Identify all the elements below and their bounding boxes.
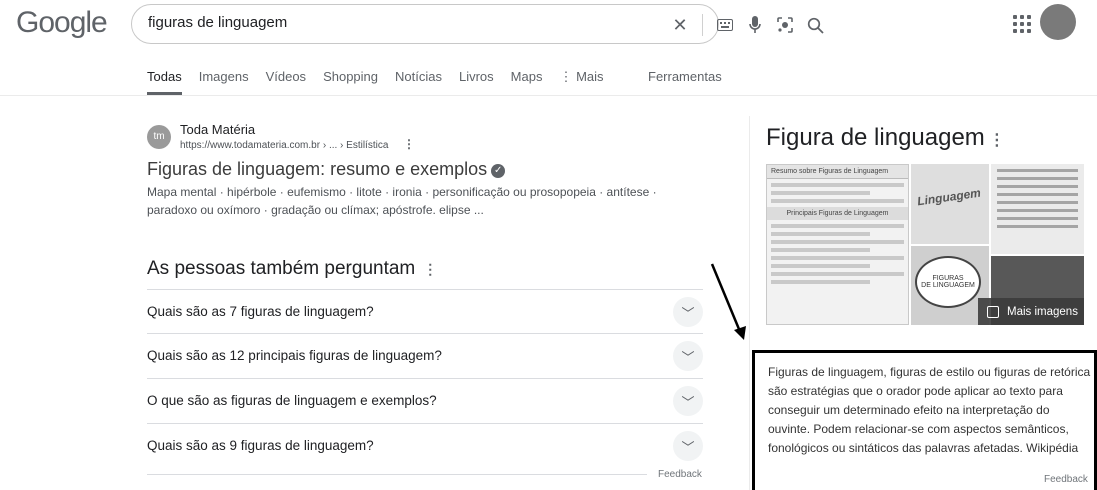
tools-button[interactable]: Ferramentas [648, 69, 722, 84]
wikipedia-source-link[interactable]: Wikipédia [1026, 441, 1078, 455]
search-box[interactable]: ✕ [131, 4, 824, 44]
tab-livros[interactable]: Livros [459, 69, 494, 95]
chevron-down-icon[interactable]: ﹀ [673, 341, 703, 371]
apps-grid-icon[interactable] [1009, 13, 1031, 35]
result-url[interactable]: https://www.todamateria.com.br › ... › E… [180, 140, 388, 151]
google-logo[interactable]: Google [16, 6, 108, 40]
tab-todas[interactable]: Todas [147, 69, 182, 95]
annotation-arrow [710, 263, 746, 340]
paa-feedback-link[interactable]: Feedback [658, 469, 702, 480]
result-more-icon[interactable]: ⋮ [403, 137, 415, 151]
result-site-name[interactable]: Toda Matéria [180, 122, 255, 137]
paa-question[interactable]: Quais são as 7 figuras de linguagem? ﹀ [147, 289, 703, 334]
header-divider [0, 95, 1097, 96]
close-icon[interactable]: ✕ [668, 13, 692, 37]
more-images-button[interactable]: Mais imagens [978, 298, 1084, 325]
tab-maps[interactable]: Maps [511, 69, 543, 95]
paa-bottom-divider [147, 474, 647, 475]
panel-divider [749, 116, 750, 490]
paa-question-text[interactable]: Quais são as 9 figuras de linguagem? [147, 438, 374, 453]
kp-more-icon[interactable]: ⋮ [989, 132, 1005, 149]
paa-question-text[interactable]: O que são as figuras de linguagem e exem… [147, 393, 437, 408]
image-icon [987, 305, 999, 318]
paa-title-text: As pessoas também perguntam [147, 258, 416, 279]
kp-title-text: Figura de linguagem [766, 124, 985, 151]
paa-heading: As pessoas também perguntam ⋮ [147, 258, 437, 280]
result-snippet: Mapa mental · hipérbole · eufemismo · li… [147, 185, 657, 217]
camera-lens-icon[interactable] [773, 13, 797, 37]
paa-question[interactable]: O que são as figuras de linguagem e exem… [147, 378, 703, 423]
tab-mais[interactable]: ⋮ Mais [559, 69, 603, 95]
search-icon[interactable] [803, 13, 827, 37]
paa-question[interactable]: Quais são as 9 figuras de linguagem? ﹀ [147, 423, 703, 468]
kp-description: Figuras de linguagem, figuras de estilo … [768, 363, 1093, 458]
result-title-text[interactable]: Figuras de linguagem: resumo e exemplos [147, 159, 487, 179]
chevron-down-icon[interactable]: ﹀ [673, 386, 703, 416]
microphone-icon[interactable] [743, 13, 767, 37]
tab-noticias[interactable]: Notícias [395, 69, 442, 95]
image-c-bubble: FIGURAS DE LINGUAGEM [915, 256, 981, 308]
result-title-link[interactable]: Figuras de linguagem: resumo e exemplos ✓ [147, 159, 506, 180]
image-a-header: Resumo sobre Figuras de Linguagem [767, 165, 908, 179]
site-favicon[interactable]: tm [147, 125, 171, 149]
chevron-down-icon[interactable]: ﹀ [673, 297, 703, 327]
paa-question-text[interactable]: Quais são as 12 principais figuras de li… [147, 348, 442, 363]
image-thumbnail[interactable] [991, 164, 1084, 254]
knowledge-panel-title: Figura de linguagem ⋮ [766, 124, 1005, 152]
avatar[interactable] [1040, 4, 1076, 40]
image-a-subheading: Principais Figuras de Linguagem [767, 207, 908, 220]
image-c-text-1: FIGURAS [932, 275, 964, 282]
more-images-label: Mais imagens [1007, 305, 1078, 318]
paa-question[interactable]: Quais são as 12 principais figuras de li… [147, 333, 703, 378]
search-tabs: Todas Imagens Vídeos Shopping Notícias L… [147, 69, 621, 95]
description-highlight-box: Figuras de linguagem, figuras de estilo … [752, 350, 1097, 490]
keyboard-icon[interactable] [713, 13, 737, 37]
paa-more-icon[interactable]: ⋮ [423, 261, 437, 277]
tab-imagens[interactable]: Imagens [199, 69, 249, 95]
image-thumbnail[interactable]: Resumo sobre Figuras de Linguagem Princi… [766, 164, 909, 325]
chevron-down-icon[interactable]: ﹀ [673, 431, 703, 461]
search-input[interactable] [148, 14, 528, 31]
tab-shopping[interactable]: Shopping [323, 69, 378, 95]
search-divider [702, 14, 703, 36]
image-thumbnail[interactable]: Linguagem [911, 164, 989, 244]
kp-feedback-link[interactable]: Feedback [1044, 474, 1088, 485]
tab-videos[interactable]: Vídeos [266, 69, 306, 95]
verified-icon: ✓ [491, 164, 506, 178]
image-c-text-2: DE LINGUAGEM [921, 282, 975, 289]
image-b-word: Linguagem [916, 185, 982, 209]
paa-question-text[interactable]: Quais são as 7 figuras de linguagem? [147, 304, 374, 319]
